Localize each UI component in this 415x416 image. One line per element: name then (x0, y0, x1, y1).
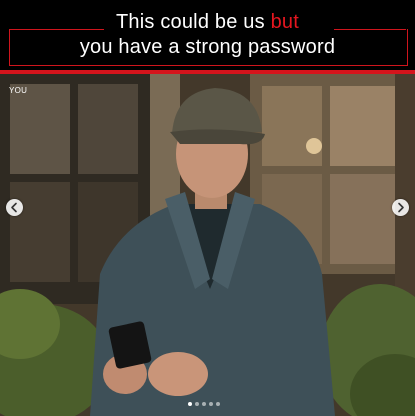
carousel-dot[interactable] (195, 402, 199, 406)
carousel-dot[interactable] (188, 402, 192, 406)
caption-highlight: but (270, 11, 299, 33)
chevron-left-icon (11, 202, 17, 213)
person-tag: YOU (9, 86, 28, 95)
carousel-dot[interactable] (202, 402, 206, 406)
photo-scene (0, 74, 415, 416)
caption-text-1: This could be us (116, 11, 271, 33)
meme-post: This could be us but you have a strong p… (0, 0, 415, 416)
caption-line-2: you have a strong password (79, 36, 336, 58)
previous-slide-button[interactable] (6, 199, 23, 216)
next-slide-button[interactable] (392, 199, 409, 216)
carousel-dot[interactable] (216, 402, 220, 406)
caption-line-1: This could be us but (0, 10, 415, 34)
carousel-indicator (188, 402, 220, 406)
chevron-right-icon (398, 202, 404, 213)
caption-header: This could be us but you have a strong p… (0, 0, 415, 72)
carousel-dot[interactable] (209, 402, 213, 406)
scene-illustration (0, 74, 415, 416)
